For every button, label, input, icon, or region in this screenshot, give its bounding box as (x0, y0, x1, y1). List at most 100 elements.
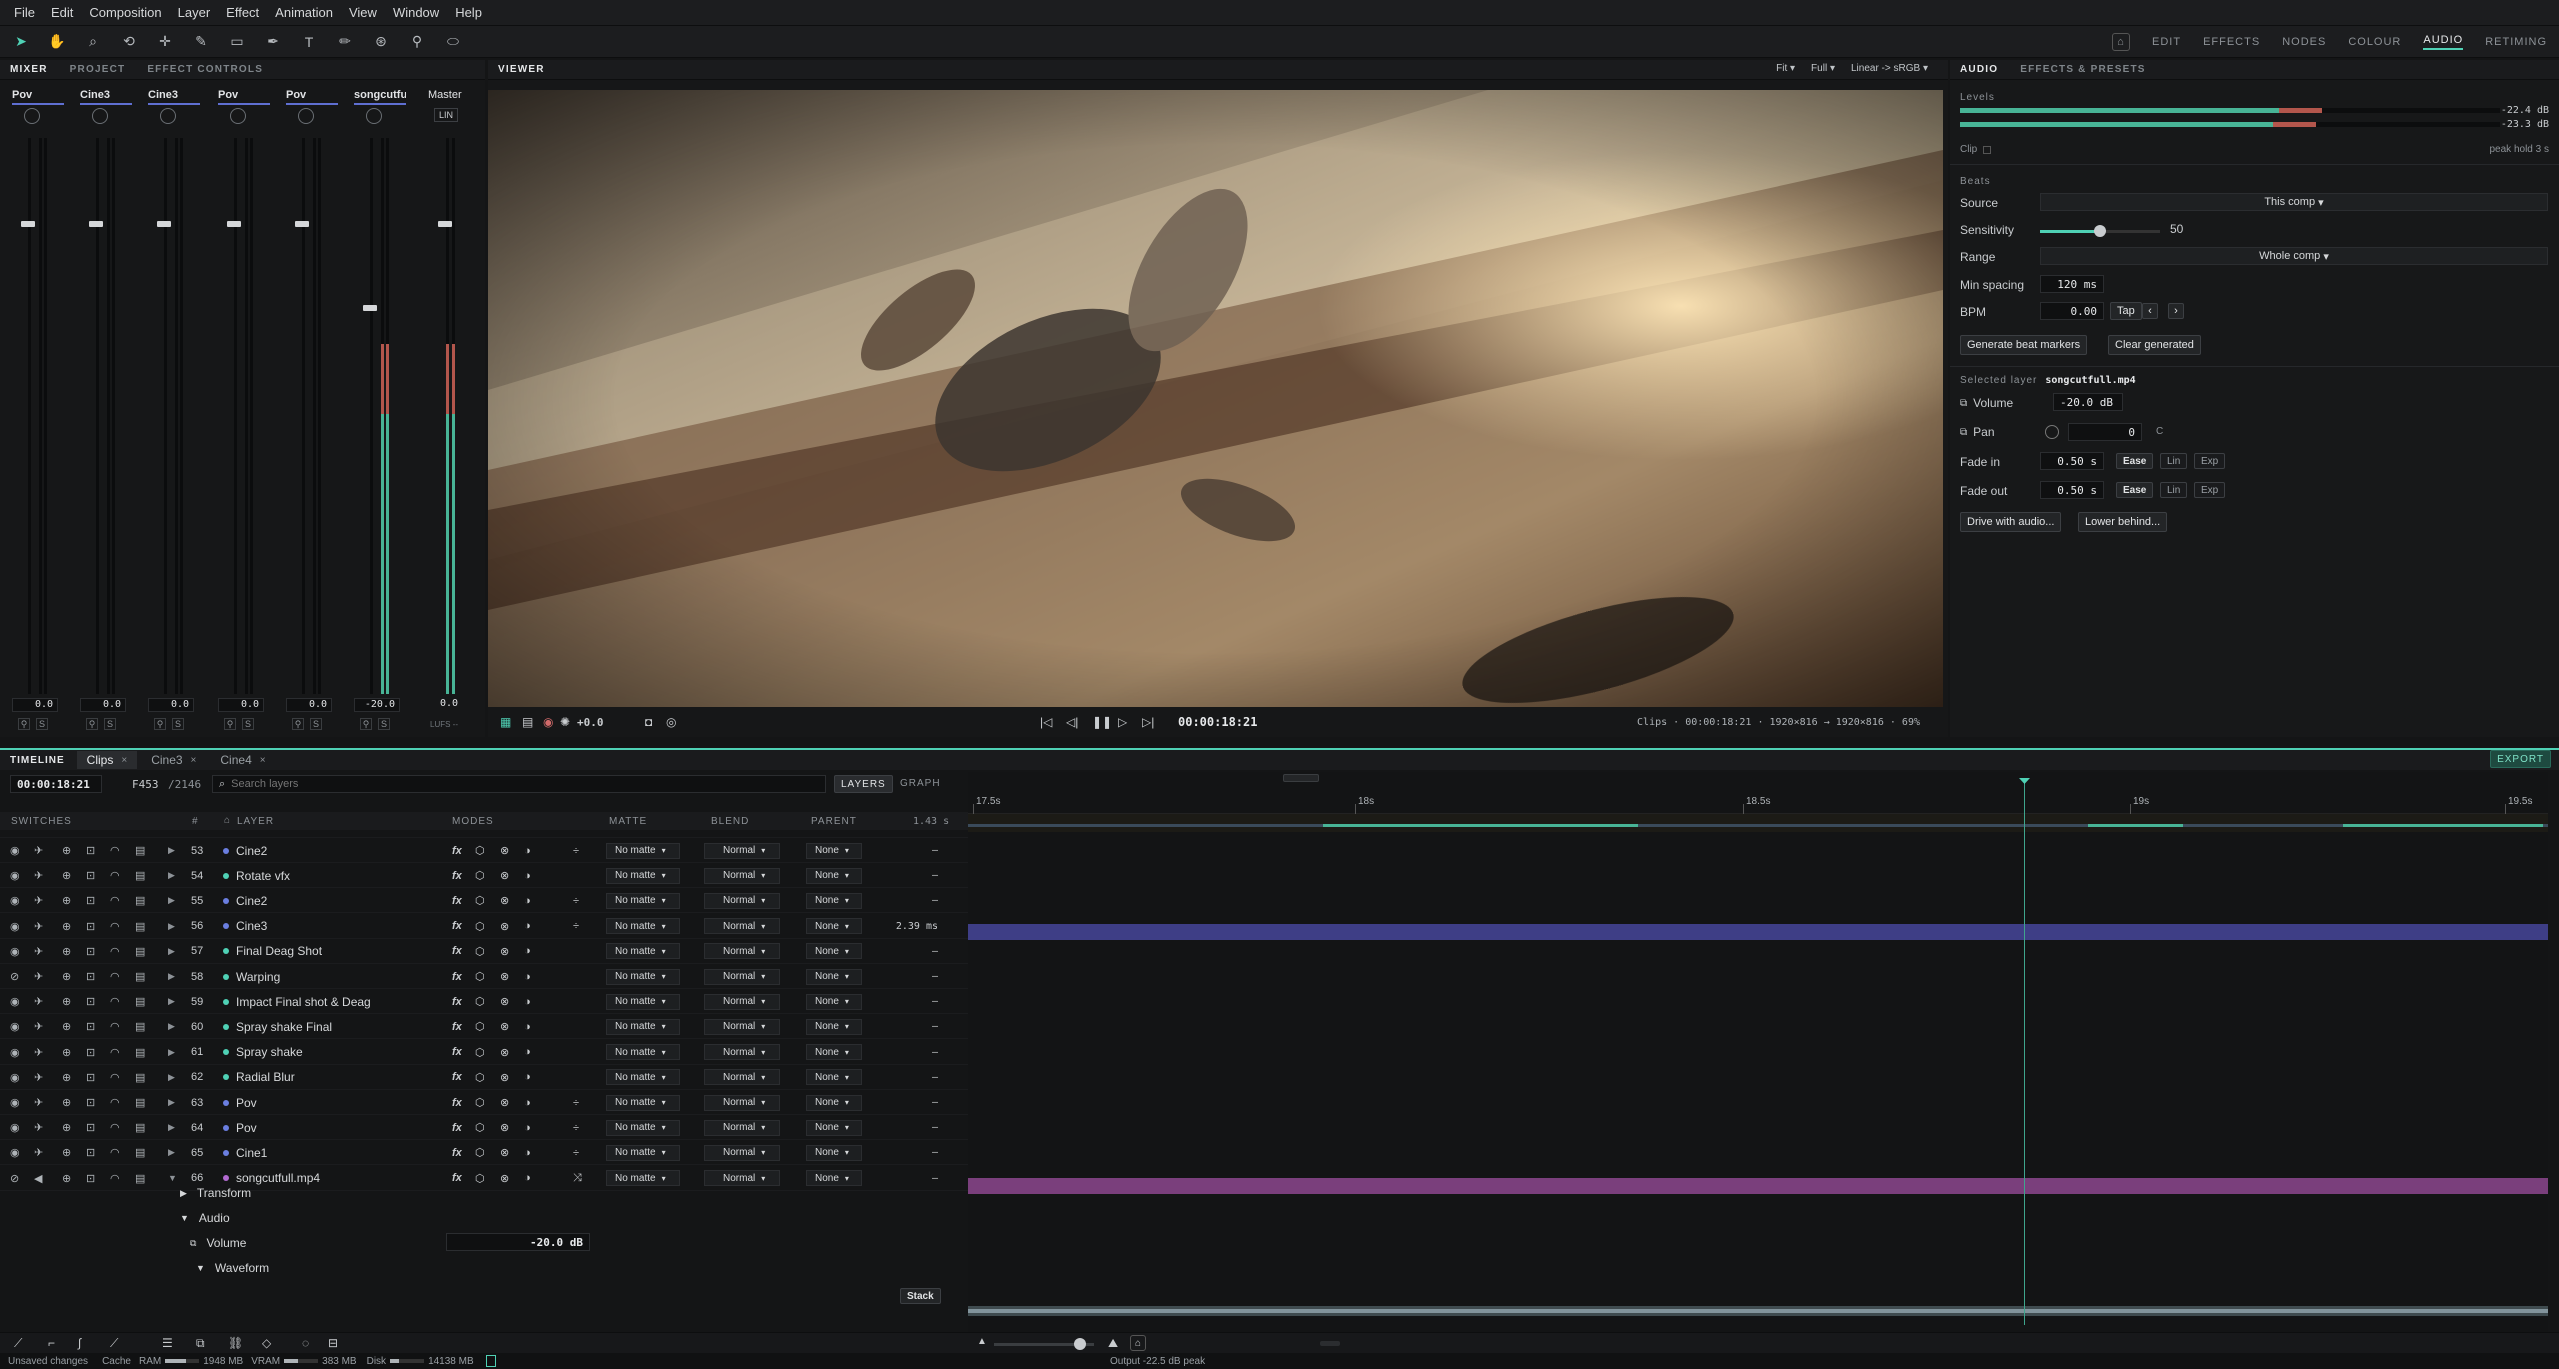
solo-icon[interactable]: ⊕ (62, 989, 71, 1014)
matte-dropdown[interactable]: No matte ▾ (606, 1044, 680, 1061)
parent-dropdown[interactable]: None ▾ (806, 993, 862, 1010)
fx-icon[interactable]: fx (452, 1090, 462, 1115)
menu-layer[interactable]: Layer (178, 5, 211, 20)
parent-dropdown[interactable]: None ▾ (806, 1069, 862, 1086)
rotate-tool-icon[interactable]: ⟲ (118, 31, 140, 53)
workspace-retiming[interactable]: RETIMING (2485, 36, 2547, 48)
fx-icon[interactable]: fx (452, 939, 462, 964)
export-button[interactable]: EXPORT (2490, 750, 2551, 768)
label-color[interactable] (223, 1140, 229, 1165)
quality-dropdown[interactable]: Full ▾ (1811, 63, 1835, 74)
zoom-tool-icon[interactable]: ⌕ (82, 31, 104, 53)
menu-window[interactable]: Window (393, 5, 439, 20)
search-input[interactable] (231, 778, 812, 790)
fx-icon[interactable]: fx (452, 1115, 462, 1140)
brush-tool-icon[interactable]: ✎ (190, 31, 212, 53)
audio-property[interactable]: ▼ Audio (180, 1211, 230, 1225)
range-dropdown[interactable]: Whole comp ▾ (2040, 247, 2548, 265)
comp-tab-cine4[interactable]: Cine4 × (210, 751, 275, 769)
blend-dropdown[interactable]: Normal ▾ (704, 1144, 780, 1161)
blend-dropdown[interactable]: Normal ▾ (704, 943, 780, 960)
parent-dropdown[interactable]: None ▾ (806, 867, 862, 884)
volume-property-value[interactable]: -20.0 dB (446, 1233, 590, 1251)
visibility-icon[interactable]: ◉ (10, 1140, 20, 1165)
lock-icon[interactable]: ⊡ (86, 989, 95, 1014)
solo-icon[interactable]: ⊕ (62, 1065, 71, 1090)
layer-type-icon[interactable]: ▤ (135, 914, 145, 939)
tab-effect-controls[interactable]: EFFECT CONTROLS (147, 64, 263, 75)
lock-icon[interactable]: ⊡ (86, 1115, 95, 1140)
layer-row[interactable]: ◉ ✈ ⊕ ⊡ ◠ ▤ ▶ 55 Cine2 fx ⬡ ⊗ ◑ ÷ No matte ▾ Normal ▾ None… (0, 888, 968, 914)
layer-row[interactable]: ⊘ ✈ ⊕ ⊡ ◠ ▤ ▶ 58 Warping fx ⬡ ⊗ ◑ No matte ▾ Normal ▾ Non… (0, 964, 968, 989)
workspace-audio[interactable]: AUDIO (2423, 34, 2464, 50)
matte-dropdown[interactable]: No matte ▾ (606, 918, 680, 935)
workspace-nodes[interactable]: NODES (2282, 36, 2326, 48)
clone-tool-icon[interactable]: ⊛ (370, 31, 392, 53)
mute-icon[interactable]: ⚲ (86, 718, 98, 730)
3d-icon[interactable]: ⬡ (475, 838, 485, 863)
lock-icon[interactable]: ⊡ (86, 1014, 95, 1039)
timeline-scrollbar[interactable] (1320, 1341, 1340, 1346)
adjustment-icon[interactable]: ◑ (524, 939, 531, 964)
compare-icon[interactable]: ◎ (666, 715, 676, 729)
layer-row[interactable]: ◉ ✈ ⊕ ⊡ ◠ ▤ ▶ 60 Spray shake Final fx ⬡ ⊗ ◑ No matte ▾… (0, 1014, 968, 1040)
keyframe-icon[interactable]: ◇ (262, 1336, 271, 1350)
workspace-edit[interactable]: EDIT (2152, 36, 2181, 48)
fx-icon[interactable]: fx (452, 863, 462, 888)
timeline-timecode[interactable]: 00:00:18:21 (10, 775, 102, 793)
stack-button[interactable]: Stack (900, 1288, 941, 1304)
fx-icon[interactable]: fx (452, 838, 462, 863)
channels-icon[interactable]: ◉ (543, 715, 553, 729)
close-icon[interactable]: × (260, 755, 266, 766)
layer-type-icon[interactable]: ▤ (135, 1115, 145, 1140)
layers-view-button[interactable]: LAYERS (834, 775, 893, 793)
split-icon[interactable]: ÷ (573, 1090, 579, 1115)
motion-blur-icon[interactable]: ⊗ (500, 939, 509, 964)
motion-path-icon[interactable]: ◌ (302, 1336, 309, 1350)
expand-icon[interactable]: ▶ (168, 863, 175, 888)
motion-blur-icon[interactable]: ⊗ (500, 1014, 509, 1039)
parent-dropdown[interactable]: None ▾ (806, 1094, 862, 1111)
motion-blur-icon[interactable]: ⊗ (500, 964, 509, 989)
generate-beat-markers-button[interactable]: Generate beat markers (1960, 335, 2088, 355)
solo-icon[interactable]: ⊕ (62, 888, 71, 913)
layer-type-icon[interactable]: ▤ (135, 1040, 145, 1065)
blend-dropdown[interactable]: Normal ▾ (704, 842, 780, 859)
parent-dropdown[interactable]: None ▾ (806, 918, 862, 935)
step-forward-icon[interactable]: ▷ (1118, 715, 1127, 729)
shy-icon[interactable]: ◠ (110, 1115, 120, 1140)
tab-effects-presets[interactable]: EFFECTS & PRESETS (2020, 64, 2145, 75)
menu-help[interactable]: Help (455, 5, 482, 20)
adjustment-icon[interactable]: ◑ (524, 964, 531, 989)
keyframe-pan-icon[interactable]: ⧉ (1960, 427, 1967, 438)
blend-dropdown[interactable]: Normal ▾ (704, 968, 780, 985)
motion-blur-icon[interactable]: ⊗ (500, 888, 509, 913)
solo-icon[interactable]: ⊕ (62, 1090, 71, 1115)
solo-icon[interactable]: ⊕ (62, 838, 71, 863)
shy-icon[interactable]: ◠ (110, 1140, 120, 1165)
solo-icon[interactable]: ⊕ (62, 1140, 71, 1165)
master-volume-value[interactable]: 0.0 (428, 698, 474, 712)
shy-icon[interactable]: ◠ (110, 914, 120, 939)
fx-icon[interactable]: fx (452, 964, 462, 989)
expand-icon[interactable]: ▶ (168, 1140, 175, 1165)
layer-row[interactable]: ◉ ✈ ⊕ ⊡ ◠ ▤ ▶ 63 Pov fx ⬡ ⊗ ◑ ÷ No matte ▾ Normal ▾ None ▾ – (0, 1090, 968, 1115)
3d-icon[interactable]: ⬡ (475, 1090, 485, 1115)
timeline-zoom-slider[interactable] (994, 1338, 1094, 1350)
3d-icon[interactable]: ⬡ (475, 1014, 485, 1039)
fx-icon[interactable]: fx (452, 1065, 462, 1090)
layer-type-icon[interactable]: ▤ (135, 964, 145, 989)
shy-icon[interactable]: ◠ (110, 838, 120, 863)
sensitivity-slider[interactable] (2040, 225, 2160, 237)
lower-behind-button[interactable]: Lower behind... (2078, 512, 2168, 532)
solo-icon[interactable]: ⊕ (62, 1014, 71, 1039)
tab-mixer[interactable]: MIXER (10, 64, 48, 75)
audio-icon[interactable]: ✈ (34, 863, 43, 888)
label-color[interactable] (223, 939, 229, 964)
expand-icon[interactable]: ▶ (168, 964, 175, 989)
pan-knob[interactable] (2045, 425, 2059, 439)
parent-dropdown[interactable]: None ▾ (806, 1018, 862, 1035)
channel-volume-value[interactable]: -20.0 (354, 698, 400, 712)
shy-icon[interactable]: ◠ (110, 1014, 120, 1039)
mute-icon[interactable]: ⚲ (224, 718, 236, 730)
